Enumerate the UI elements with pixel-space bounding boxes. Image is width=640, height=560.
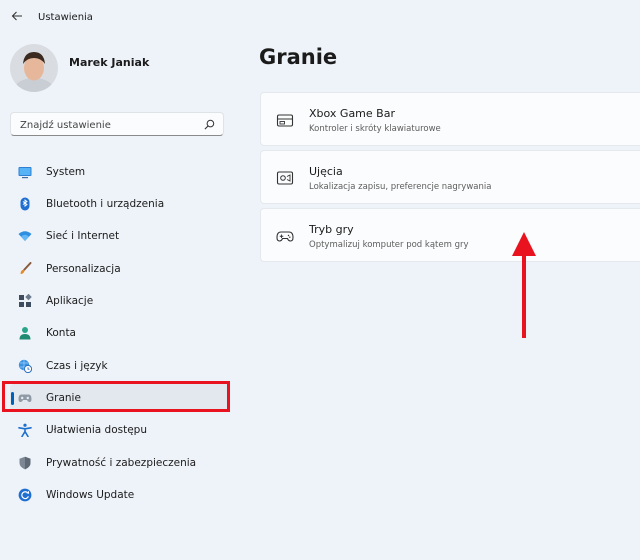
sidebar-item-windows-update[interactable]: Windows Update bbox=[10, 481, 230, 509]
sidebar-item-label: Sieć i Internet bbox=[46, 230, 120, 242]
update-icon bbox=[18, 488, 32, 502]
card-title: Xbox Game Bar bbox=[309, 107, 395, 120]
sidebar-item-accessibility[interactable]: Ułatwienia dostępu bbox=[10, 416, 230, 444]
sidebar-item-label: Bluetooth i urządzenia bbox=[46, 198, 165, 210]
card-title: Ujęcia bbox=[309, 165, 343, 178]
card-captures[interactable]: Ujęcia Lokalizacja zapisu, preferencje n… bbox=[260, 150, 640, 204]
game-bar-icon bbox=[276, 114, 294, 127]
card-subtitle: Lokalizacja zapisu, preferencje nagrywan… bbox=[309, 182, 492, 192]
sidebar-item-personalization[interactable]: Personalizacja bbox=[10, 255, 230, 283]
page-title: Granie bbox=[259, 45, 338, 69]
bluetooth-icon bbox=[20, 197, 30, 211]
sidebar-item-label: Konta bbox=[46, 327, 76, 339]
monitor-icon bbox=[18, 167, 32, 179]
sidebar-item-system[interactable]: System bbox=[10, 158, 230, 186]
shield-icon bbox=[19, 456, 31, 470]
sidebar-item-network[interactable]: Sieć i Internet bbox=[10, 222, 230, 250]
card-xbox-game-bar[interactable]: Xbox Game Bar Kontroler i skróty klawiat… bbox=[260, 92, 640, 146]
title-bar: Ustawienia bbox=[0, 0, 640, 34]
card-game-mode[interactable]: Tryb gry Optymalizuj komputer pod kątem … bbox=[260, 208, 640, 262]
red-arrow-annotation bbox=[512, 232, 536, 338]
sidebar-item-privacy-security[interactable]: Prywatność i zabezpieczenia bbox=[10, 449, 230, 477]
sidebar-item-accounts[interactable]: Konta bbox=[10, 319, 230, 347]
person-icon bbox=[19, 327, 31, 340]
sidebar-item-label: Aplikacje bbox=[46, 295, 94, 307]
sidebar-item-label: Czas i język bbox=[46, 360, 108, 372]
avatar[interactable] bbox=[10, 44, 58, 92]
highlight-annotation bbox=[2, 381, 230, 412]
user-name: Marek Janiak bbox=[69, 56, 150, 69]
sidebar-item-label: Personalizacja bbox=[46, 263, 121, 275]
apps-icon bbox=[19, 294, 32, 307]
accessibility-icon bbox=[18, 423, 32, 437]
search-icon[interactable] bbox=[204, 119, 215, 130]
sidebar-item-label: Ułatwienia dostępu bbox=[46, 424, 147, 436]
capture-icon bbox=[276, 171, 294, 185]
sidebar-item-label: Prywatność i zabezpieczenia bbox=[46, 457, 197, 469]
sidebar-item-label: System bbox=[46, 166, 86, 178]
search-box[interactable] bbox=[10, 112, 224, 136]
search-input[interactable] bbox=[18, 116, 202, 134]
card-subtitle: Kontroler i skróty klawiaturowe bbox=[309, 124, 441, 134]
controller-icon bbox=[276, 231, 294, 242]
sidebar-item-label: Windows Update bbox=[46, 489, 135, 501]
card-title: Tryb gry bbox=[309, 223, 354, 236]
brush-icon bbox=[20, 262, 32, 274]
sidebar-item-apps[interactable]: Aplikacje bbox=[10, 287, 230, 315]
wifi-icon bbox=[18, 231, 32, 241]
sidebar-item-bluetooth[interactable]: Bluetooth i urządzenia bbox=[10, 190, 230, 218]
card-subtitle: Optymalizuj komputer pod kątem gry bbox=[309, 240, 469, 250]
app-title: Ustawienia bbox=[38, 12, 93, 23]
back-arrow-icon[interactable] bbox=[9, 8, 25, 24]
sidebar-item-time-language[interactable]: Czas i język bbox=[10, 352, 230, 380]
globe-clock-icon bbox=[18, 359, 32, 373]
